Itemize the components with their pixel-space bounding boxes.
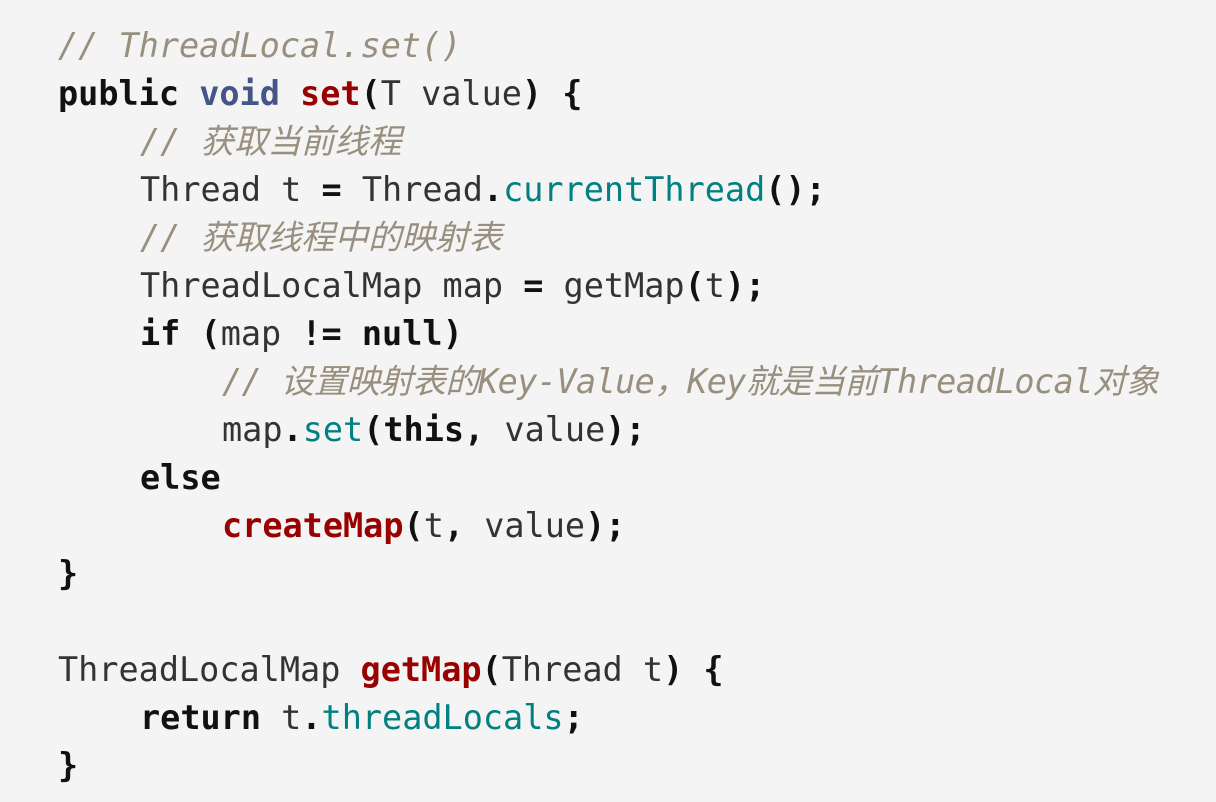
code-token: } <box>58 554 79 593</box>
code-line: // 设置映射表的Key-Value，Key就是当前ThreadLocal对象 <box>58 358 1216 406</box>
code-token: (); <box>765 170 826 209</box>
code-token: ( <box>200 314 221 353</box>
code-token: } <box>58 746 79 785</box>
code-token: ( <box>481 650 502 689</box>
code-function-name: createMap <box>222 506 404 545</box>
code-token: ThreadLocalMap <box>58 650 361 689</box>
code-token: , <box>443 506 465 545</box>
code-token: = <box>321 170 342 209</box>
code-token: , <box>464 410 485 449</box>
code-token: t <box>423 506 444 545</box>
code-token: ( <box>403 506 424 545</box>
code-line: ThreadLocalMap map = getMap(t); <box>58 262 1216 310</box>
code-line: else <box>58 454 1216 502</box>
code-token: . <box>301 698 322 737</box>
code-token: ); <box>605 410 646 449</box>
code-keyword: this <box>383 410 465 449</box>
code-keyword: return <box>140 698 262 737</box>
code-token: ThreadLocalMap map <box>140 266 524 305</box>
code-token: value <box>464 506 586 545</box>
code-keyword: null <box>361 314 443 353</box>
code-line: // 获取线程中的映射表 <box>58 214 1216 262</box>
code-keyword: if <box>140 314 181 353</box>
code-token: ) { <box>521 74 583 113</box>
code-line: // 获取当前线程 <box>58 118 1216 166</box>
code-token: != <box>301 314 342 353</box>
code-token: ( <box>360 74 381 113</box>
code-line: public void set(T value) { <box>58 70 1216 118</box>
code-token: map <box>222 410 283 449</box>
code-line: } <box>58 742 1216 790</box>
code-keyword: else <box>140 458 221 497</box>
code-line: ThreadLocalMap getMap(Thread t) { <box>58 646 1216 694</box>
code-keyword: public <box>58 74 180 113</box>
code-token: ) <box>442 314 463 353</box>
code-member: currentThread <box>503 170 766 209</box>
code-comment: // 获取线程中的映射表 <box>140 218 503 257</box>
code-token: Thread t <box>501 650 664 689</box>
code-function-name: set <box>300 74 361 113</box>
code-token: . <box>282 410 303 449</box>
code-token: ( <box>684 266 705 305</box>
code-member: threadLocals <box>321 698 564 737</box>
code-line: } <box>58 550 1216 598</box>
code-line: return t.threadLocals; <box>58 694 1216 742</box>
code-token: ); <box>724 266 766 305</box>
code-token: = <box>523 266 544 305</box>
code-token: ) { <box>663 650 724 689</box>
code-function-name: getMap <box>360 650 482 689</box>
code-line: createMap(t, value); <box>58 502 1216 550</box>
code-token: Thread t <box>140 170 322 209</box>
code-token: ; <box>563 698 584 737</box>
code-token: ); <box>585 506 626 545</box>
code-block: // ThreadLocal.set() public void set(T va… <box>0 0 1216 802</box>
code-token: t <box>261 698 302 737</box>
code-token: Thread <box>341 170 483 209</box>
code-token: value <box>484 410 606 449</box>
code-member: set <box>302 410 364 449</box>
code-comment: // 设置映射表的Key-Value，Key就是当前ThreadLocal对象 <box>222 362 1159 401</box>
code-comment: // 获取当前线程 <box>140 122 402 161</box>
code-token: . <box>482 170 504 209</box>
code-token: getMap <box>543 266 685 305</box>
code-line: if (map != null) <box>58 310 1216 358</box>
code-line: Thread t = Thread.currentThread(); <box>58 166 1216 214</box>
code-line: map.set(this, value); <box>58 406 1216 454</box>
code-token: ( <box>363 410 384 449</box>
code-token: T value <box>380 74 522 113</box>
code-type: void <box>199 74 280 113</box>
code-token: t <box>704 266 725 305</box>
code-token: map <box>220 314 302 353</box>
code-comment: // ThreadLocal.set() <box>58 26 462 65</box>
code-line: // ThreadLocal.set() <box>58 22 1216 70</box>
